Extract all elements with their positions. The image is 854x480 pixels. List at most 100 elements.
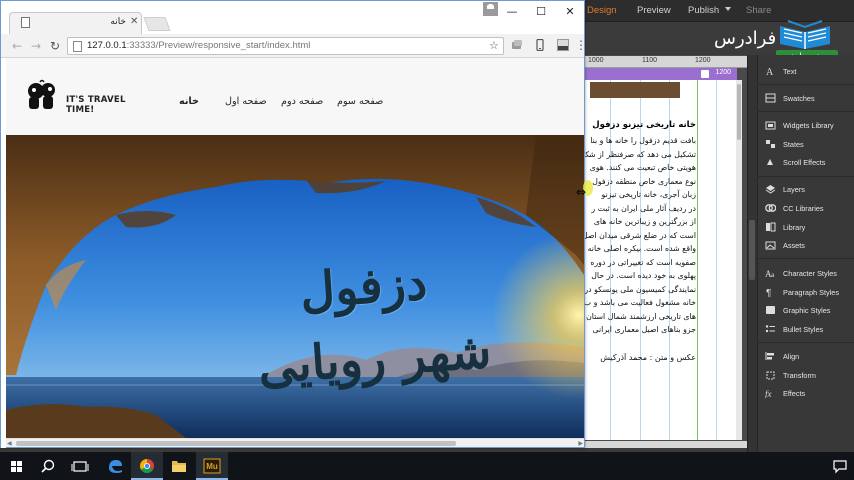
muse-taskbar-button[interactable]: Mu bbox=[196, 452, 228, 480]
bullet-styles-icon bbox=[765, 325, 775, 333]
close-icon[interactable]: ✕ bbox=[130, 16, 138, 27]
edge-taskbar-button[interactable] bbox=[99, 452, 131, 480]
forward-arrow-icon[interactable]: → bbox=[28, 38, 44, 54]
task-view-button[interactable] bbox=[64, 452, 96, 480]
tab-title: خانه bbox=[110, 17, 126, 27]
browser-tab[interactable]: خانه ✕ bbox=[9, 12, 142, 34]
breakpoint-handle[interactable] bbox=[701, 70, 709, 78]
desktop: Design Preview Publish Share فرادرس پیش … bbox=[0, 0, 854, 480]
file-explorer-taskbar-button[interactable] bbox=[163, 452, 195, 480]
back-arrow-icon[interactable]: ← bbox=[9, 38, 25, 54]
device-mode-icon[interactable] bbox=[534, 39, 546, 51]
page-info-icon[interactable] bbox=[73, 41, 82, 52]
muse-tab-preview[interactable]: Preview bbox=[637, 5, 671, 16]
panel-item-widgets-library[interactable]: Widgets Library bbox=[765, 118, 834, 132]
panel-item-transform[interactable]: Transform bbox=[765, 368, 816, 382]
character-styles-icon: Aa bbox=[765, 269, 775, 278]
page-horizontal-scrollbar[interactable]: ◀ ▶ bbox=[6, 438, 584, 447]
svg-text:A: A bbox=[766, 67, 774, 76]
muse-tab-share[interactable]: Share bbox=[746, 5, 771, 16]
extension-badge-icon[interactable] bbox=[557, 39, 569, 51]
panel-item-label: Assets bbox=[783, 240, 805, 250]
svg-text:fx: fx bbox=[765, 389, 772, 398]
panel-item-label: Scroll Effects bbox=[783, 157, 826, 167]
panel-scroll-thumb[interactable] bbox=[749, 220, 755, 280]
panel-item-effects[interactable]: fx Effects bbox=[765, 386, 805, 400]
minimize-button[interactable]: — bbox=[499, 3, 525, 21]
muse-image-frame[interactable] bbox=[590, 82, 680, 98]
panel-item-bullet-styles[interactable]: Bullet Styles bbox=[765, 322, 823, 336]
cc-libraries-icon bbox=[765, 204, 776, 212]
profile-icon[interactable] bbox=[483, 2, 498, 16]
chrome-menu-icon[interactable]: ⋮ bbox=[575, 38, 587, 52]
panel-item-cc-libraries[interactable]: CC Libraries bbox=[765, 201, 824, 215]
scroll-right-arrow-icon[interactable]: ▶ bbox=[578, 440, 583, 447]
effects-icon: fx bbox=[765, 389, 772, 398]
panel-item-label: Align bbox=[783, 351, 800, 361]
chevron-down-icon[interactable] bbox=[725, 7, 731, 11]
muse-page-margin bbox=[698, 80, 740, 440]
panel-separator bbox=[757, 84, 854, 85]
panel-item-label: Effects bbox=[783, 388, 806, 398]
panel-item-scroll-effects[interactable]: Scroll Effects bbox=[765, 155, 825, 169]
panel-item-align[interactable]: Align bbox=[765, 349, 799, 363]
search-button[interactable] bbox=[32, 452, 64, 480]
muse-credit-text[interactable]: عکس و متن : محمد آذرکیش bbox=[588, 353, 696, 362]
chrome-titlebar[interactable]: خانه ✕ — ☐ ✕ bbox=[1, 1, 584, 34]
search-icon bbox=[41, 459, 55, 473]
muse-tab-publish[interactable]: Publish bbox=[688, 5, 719, 16]
svg-text:Mu: Mu bbox=[206, 462, 218, 471]
assets-icon bbox=[765, 241, 776, 250]
chrome-taskbar-button[interactable] bbox=[131, 452, 163, 480]
person-icon bbox=[487, 4, 494, 9]
scroll-thumb[interactable] bbox=[16, 441, 456, 446]
window-close-button[interactable]: ✕ bbox=[557, 3, 583, 21]
panel-item-character-styles[interactable]: Aa Character Styles bbox=[765, 266, 837, 280]
align-icon bbox=[765, 352, 774, 360]
travel-logo-icon[interactable] bbox=[24, 79, 60, 111]
panel-item-assets[interactable]: Assets bbox=[765, 238, 805, 252]
widgets-icon bbox=[765, 121, 776, 130]
panel-item-library[interactable]: Library bbox=[765, 220, 805, 234]
address-bar[interactable]: 127.0.0.1:33333/Preview/responsive_start… bbox=[67, 37, 504, 55]
url-text[interactable]: 127.0.0.1:33333/Preview/responsive_start… bbox=[87, 40, 310, 51]
extension-icon[interactable] bbox=[511, 39, 523, 51]
panel-item-text[interactable]: A Text bbox=[765, 64, 796, 78]
start-button[interactable] bbox=[0, 452, 32, 480]
muse-text-body[interactable]: بافت قدیم دزفول را خانه ها و بنا تشکیل می… bbox=[585, 134, 696, 340]
muse-horizontal-scrollbar[interactable] bbox=[585, 441, 757, 448]
url-host: 127.0.0.1 bbox=[87, 40, 127, 51]
new-tab-button[interactable] bbox=[143, 17, 171, 31]
panel-item-layers[interactable]: Layers bbox=[765, 182, 805, 196]
folder-icon bbox=[172, 461, 186, 472]
faradars-brand: فرادرس bbox=[714, 28, 777, 49]
layers-icon bbox=[765, 185, 776, 194]
muse-body-line: واقع شده است. بیکره اصلی خانه مت bbox=[585, 244, 696, 253]
maximize-button[interactable]: ☐ bbox=[528, 3, 554, 21]
muse-body-line: رود. bbox=[585, 337, 696, 341]
muse-tab-design[interactable]: Design bbox=[587, 5, 617, 16]
svg-text:a: a bbox=[771, 273, 775, 278]
muse-breakpoint-bar[interactable]: 1200 bbox=[585, 68, 737, 80]
edge-icon bbox=[109, 460, 122, 473]
swatches-icon bbox=[765, 93, 776, 103]
reload-icon[interactable]: ↻ bbox=[47, 38, 63, 54]
muse-scroll-thumb[interactable] bbox=[737, 84, 741, 140]
muse-body-line: خانه مشغول فعالیت می باشد و ب bbox=[585, 298, 696, 307]
nav-link-page2[interactable]: صفحه دوم bbox=[281, 96, 323, 107]
panel-item-paragraph-styles[interactable]: ¶ Paragraph Styles bbox=[765, 285, 839, 299]
panel-item-swatches[interactable]: Swatches bbox=[765, 91, 815, 105]
muse-body-line: پهلوی به خود دیده است. در حال bbox=[591, 271, 696, 280]
muse-text-title[interactable]: خانه تاریخی تیزنو دزفول bbox=[588, 120, 696, 130]
bookmark-star-icon[interactable]: ☆ bbox=[489, 39, 499, 52]
nav-link-page1[interactable]: صفحه اول bbox=[225, 96, 267, 107]
notification-button[interactable] bbox=[826, 452, 854, 480]
scroll-left-arrow-icon[interactable]: ◀ bbox=[7, 440, 12, 447]
panel-item-graphic-styles[interactable]: Graphic Styles bbox=[765, 303, 830, 317]
muse-body-line: است که در ضلع شرقی میدان اصل bbox=[585, 230, 696, 240]
nav-link-home[interactable]: خانه bbox=[179, 96, 199, 107]
notification-icon bbox=[833, 460, 847, 474]
panel-item-states[interactable]: States bbox=[765, 137, 804, 151]
nav-link-page3[interactable]: صفحه سوم bbox=[337, 96, 383, 107]
transform-icon bbox=[766, 371, 775, 380]
